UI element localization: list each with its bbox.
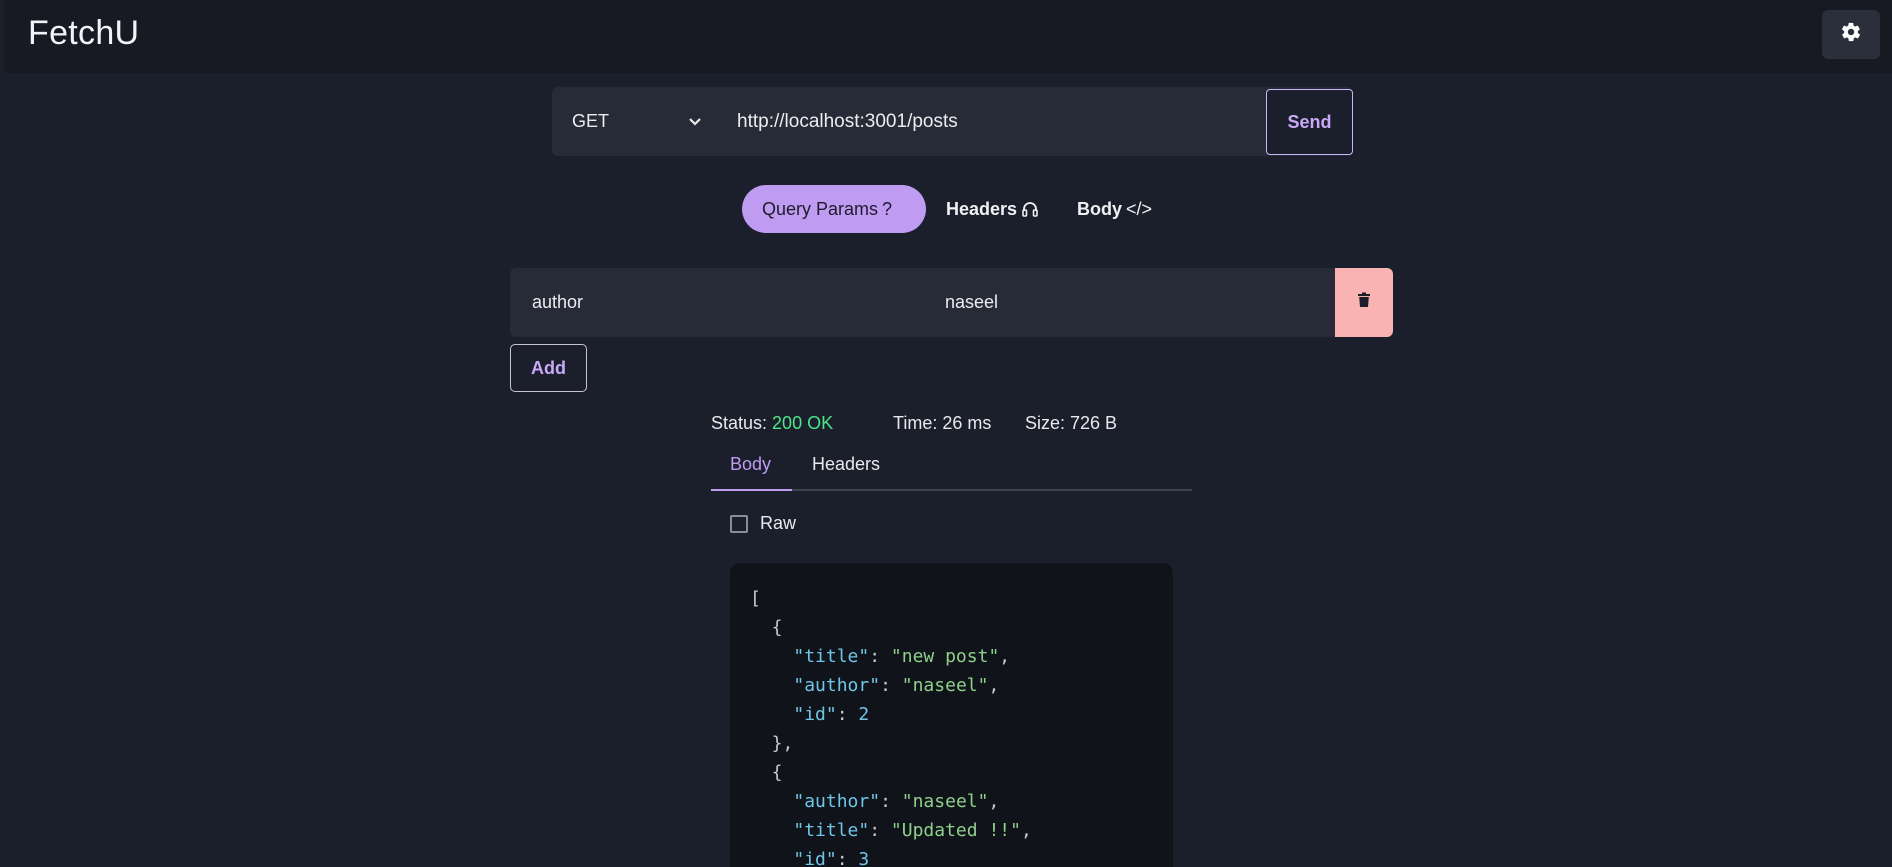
raw-checkbox[interactable] [730,514,748,533]
size-stat: Size: 726 B [1025,413,1118,433]
status-stat: Status: 200 OK [711,413,833,434]
response-tabs: Body Headers [711,448,1192,491]
json-open-brace: { [750,617,783,638]
method-value: GET [572,111,610,131]
json-line: "id": 3 [750,845,869,867]
url-input[interactable]: http://localhost:3001/posts [737,87,958,156]
json-line: "author": "naseel", [793,791,1000,812]
add-param-button[interactable]: Add [510,344,587,392]
delete-param-button[interactable] [1335,268,1393,337]
json-line: "id": 2 [793,704,870,725]
headphones-icon [1021,200,1039,218]
gear-icon [1840,21,1862,48]
tab-label: Headers [946,198,1018,219]
json-value: 3 [858,849,870,867]
settings-button[interactable] [1822,10,1880,59]
request-bar: GET http://localhost:3001/posts Send [552,87,1353,156]
param-key-input[interactable]: author [532,268,583,337]
json-line: "title": "Updated !!", [793,820,1032,841]
tab-label: Body [1077,198,1122,219]
raw-toggle[interactable]: Raw [730,513,796,534]
json-value: 2 [858,704,870,725]
raw-label: Raw [760,513,797,533]
json-open-brace: { [750,762,783,783]
send-button[interactable]: Send [1266,89,1353,155]
json-value: Updated !! [901,820,1011,841]
json-close-brace: }, [750,733,794,754]
json-value: naseel [912,675,978,696]
question-mark-icon: ? [882,198,893,219]
code-icon: </> [1126,198,1153,219]
method-select[interactable]: GET [572,87,702,156]
request-tabs: Query Params ? Headers Body </> [0,185,1892,233]
tab-response-body[interactable]: Body [730,454,771,475]
tab-query-params[interactable]: Query Params ? [742,185,926,233]
json-value: new post [901,646,989,667]
tab-body[interactable]: Body </> [1077,185,1152,233]
active-tab-indicator [711,489,792,491]
status-label: Status: [711,413,768,433]
trash-icon [1357,292,1371,313]
param-row: author naseel [510,268,1393,337]
chevron-down-icon [688,111,702,132]
json-value: naseel [912,791,978,812]
param-value-input[interactable]: naseel [945,268,998,337]
top-bar: FetchU [4,0,1892,73]
tab-headers[interactable]: Headers [946,185,1039,233]
app-title: FetchU [28,14,140,52]
response-json-viewer: [ { "title": "new post", "author": "nase… [730,563,1173,867]
json-line: "author": "naseel", [793,675,1000,696]
json-line: "title": "new post", [793,646,1011,667]
time-stat: Time: 26 ms [893,413,992,433]
json-open-bracket: [ [750,588,761,609]
tab-label: Query Params [762,198,879,219]
status-value: 200 OK [772,413,834,433]
tab-response-headers[interactable]: Headers [812,454,880,475]
